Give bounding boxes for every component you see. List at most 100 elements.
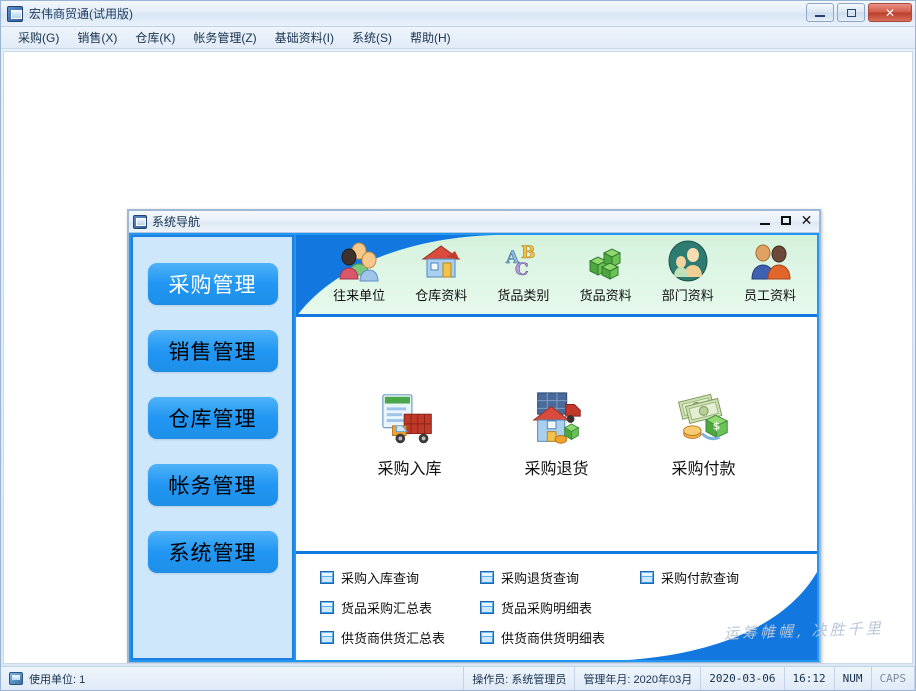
abc-letters-icon: A B C: [505, 243, 536, 281]
toolbar-item-goods-category[interactable]: A B C 货品类别: [482, 239, 564, 304]
house-icon: [421, 245, 461, 278]
action-purchase-inbound[interactable]: 采购入库: [350, 389, 470, 479]
report-window-icon: [480, 630, 494, 644]
toolbar-label: 货品类别: [497, 289, 550, 304]
sidebar-item-sales[interactable]: 销售管理: [147, 330, 278, 372]
child-title-bar: 系统导航 ✕: [129, 211, 819, 233]
report-link-goods-purchase-summary[interactable]: 货品采购汇总表: [320, 592, 480, 622]
child-close-button[interactable]: ✕: [797, 212, 816, 229]
sidebar-item-warehouse[interactable]: 仓库管理: [147, 397, 278, 439]
toolbar-label: 货品资料: [579, 289, 632, 304]
toolbar-label: 往来单位: [333, 289, 386, 304]
application-window: 宏伟商贸通(试用版) ✕ 采购(G) 销售(X) 仓库(K) 帐务管理(Z) 基…: [0, 0, 916, 691]
minimize-icon: [759, 223, 770, 225]
menu-item-purchase[interactable]: 采购(G): [9, 27, 68, 48]
menu-item-warehouse[interactable]: 仓库(K): [126, 27, 184, 48]
close-icon: ✕: [800, 212, 813, 228]
report-links-grid: 采购入库查询 采购退货查询 采购付款查询 货品采购汇总表 货品采购明细表 供货商…: [296, 554, 817, 652]
navigation-content: 往来单位 仓库资料 A B C 货品类别 货品资料 部门资料 员工资料 采购入库…: [296, 235, 817, 660]
close-button[interactable]: ✕: [868, 3, 912, 22]
minimize-button[interactable]: [806, 3, 834, 22]
toolbar-item-warehouse-data[interactable]: 仓库资料: [400, 239, 482, 304]
status-date: 2020-03-06: [701, 667, 785, 690]
status-operator: 操作员: 系统管理员: [464, 667, 576, 690]
maximize-button[interactable]: [837, 3, 865, 22]
report-label: 货品采购明细表: [501, 601, 593, 617]
title-bar: 宏伟商贸通(试用版) ✕: [1, 1, 915, 27]
people-group-icon: [339, 242, 379, 282]
report-label: 采购入库查询: [341, 571, 420, 587]
status-bar: 使用单位: 1 操作员: 系统管理员 管理年月: 2020年03月 2020-0…: [1, 666, 915, 690]
maximize-icon: [846, 8, 856, 17]
menu-item-accounts[interactable]: 帐务管理(Z): [184, 27, 265, 48]
module-sidebar: 采购管理 销售管理 仓库管理 帐务管理 系统管理: [131, 235, 294, 660]
truck-inbound-icon: [381, 394, 432, 444]
report-window-icon: [480, 600, 494, 614]
report-link-return-query[interactable]: 采购退货查询: [480, 562, 640, 592]
report-link-supplier-detail[interactable]: 供货商供货明细表: [480, 622, 640, 652]
menu-bar: 采购(G) 销售(X) 仓库(K) 帐务管理(Z) 基础资料(I) 系统(S) …: [1, 27, 915, 49]
unit-icon: [9, 672, 23, 685]
report-label: 货品采购汇总表: [341, 601, 433, 617]
toolbar-label: 部门资料: [661, 289, 714, 304]
minimize-icon: [815, 14, 825, 17]
money-payment-icon: $: [677, 393, 728, 441]
child-window-body: 采购管理 销售管理 仓库管理 帐务管理 系统管理 往来单位 仓库资料 A B C…: [129, 233, 819, 662]
report-label: 供货商供货明细表: [501, 631, 606, 647]
report-window-icon: [320, 630, 334, 644]
close-icon: ✕: [884, 5, 896, 20]
toolbar-label: 仓库资料: [415, 289, 468, 304]
system-navigation-window: 系统导航 ✕ 采购管理 销售管理 仓库管理 帐务管理 系统管理 往来单位 仓库资…: [127, 209, 821, 663]
menu-item-help[interactable]: 帮助(H): [401, 27, 460, 48]
menu-item-system[interactable]: 系统(S): [343, 27, 401, 48]
sidebar-item-accounts[interactable]: 帐务管理: [147, 464, 278, 506]
report-label: 采购付款查询: [661, 571, 740, 587]
sidebar-item-system[interactable]: 系统管理: [147, 531, 278, 573]
app-title: 宏伟商贸通(试用版): [29, 7, 133, 21]
department-people-icon: [668, 240, 708, 282]
report-label: 供货商供货汇总表: [341, 631, 446, 647]
report-link-goods-purchase-detail[interactable]: 货品采购明细表: [480, 592, 640, 622]
window-icon: [133, 214, 147, 229]
svg-text:$: $: [712, 420, 719, 433]
report-label: 采购退货查询: [501, 571, 580, 587]
action-purchase-return[interactable]: 采购退货: [497, 389, 617, 479]
toolbar-label: 员工资料: [743, 289, 796, 304]
status-unit-text: 使用单位: 1: [29, 673, 86, 686]
green-boxes-icon: [588, 248, 621, 280]
svg-text:C: C: [515, 260, 529, 280]
action-label: 采购退货: [524, 459, 589, 478]
report-window-icon: [320, 600, 334, 614]
report-window-icon: [640, 570, 654, 584]
action-label: 采购付款: [671, 459, 736, 478]
toolbar-item-goods-data[interactable]: 货品资料: [565, 239, 647, 304]
base-data-icon-row: 往来单位 仓库资料 A B C 货品类别 货品资料 部门资料 员工资料: [296, 235, 817, 314]
menu-item-sales[interactable]: 销售(X): [68, 27, 126, 48]
base-data-toolbar: 往来单位 仓库资料 A B C 货品类别 货品资料 部门资料 员工资料: [296, 235, 817, 317]
report-links-area: 采购入库查询 采购退货查询 采购付款查询 货品采购汇总表 货品采购明细表 供货商…: [296, 554, 817, 660]
app-window-icon: [7, 5, 23, 22]
two-employees-icon: [751, 244, 791, 280]
status-unit: 使用单位: 1: [1, 667, 465, 690]
child-minimize-button[interactable]: [755, 212, 774, 229]
report-link-payment-query[interactable]: 采购付款查询: [640, 562, 817, 592]
menu-item-basedata[interactable]: 基础资料(I): [266, 27, 343, 48]
sidebar-item-purchase[interactable]: 采购管理: [147, 263, 278, 305]
child-maximize-button[interactable]: [776, 212, 795, 229]
action-purchase-payment[interactable]: $ 采购付款: [644, 389, 764, 479]
action-label: 采购入库: [377, 459, 442, 478]
toolbar-item-department[interactable]: 部门资料: [647, 239, 729, 304]
report-window-icon: [480, 570, 494, 584]
primary-action-area: 采购入库 采购退货 $ 采购付款: [296, 317, 817, 554]
report-link-supplier-summary[interactable]: 供货商供货汇总表: [320, 622, 480, 652]
maximize-icon: [780, 216, 791, 225]
status-num-indicator: NUM: [835, 667, 872, 690]
status-time: 16:12: [785, 667, 835, 690]
toolbar-item-employee[interactable]: 员工资料: [729, 239, 811, 304]
toolbar-item-partners[interactable]: 往来单位: [318, 239, 400, 304]
house-truck-return-icon: [531, 392, 581, 444]
status-caps-indicator: CAPS: [872, 667, 915, 690]
window-controls: ✕: [806, 3, 912, 22]
report-link-inbound-query[interactable]: 采购入库查询: [320, 562, 480, 592]
report-grid-spacer: [640, 592, 817, 622]
